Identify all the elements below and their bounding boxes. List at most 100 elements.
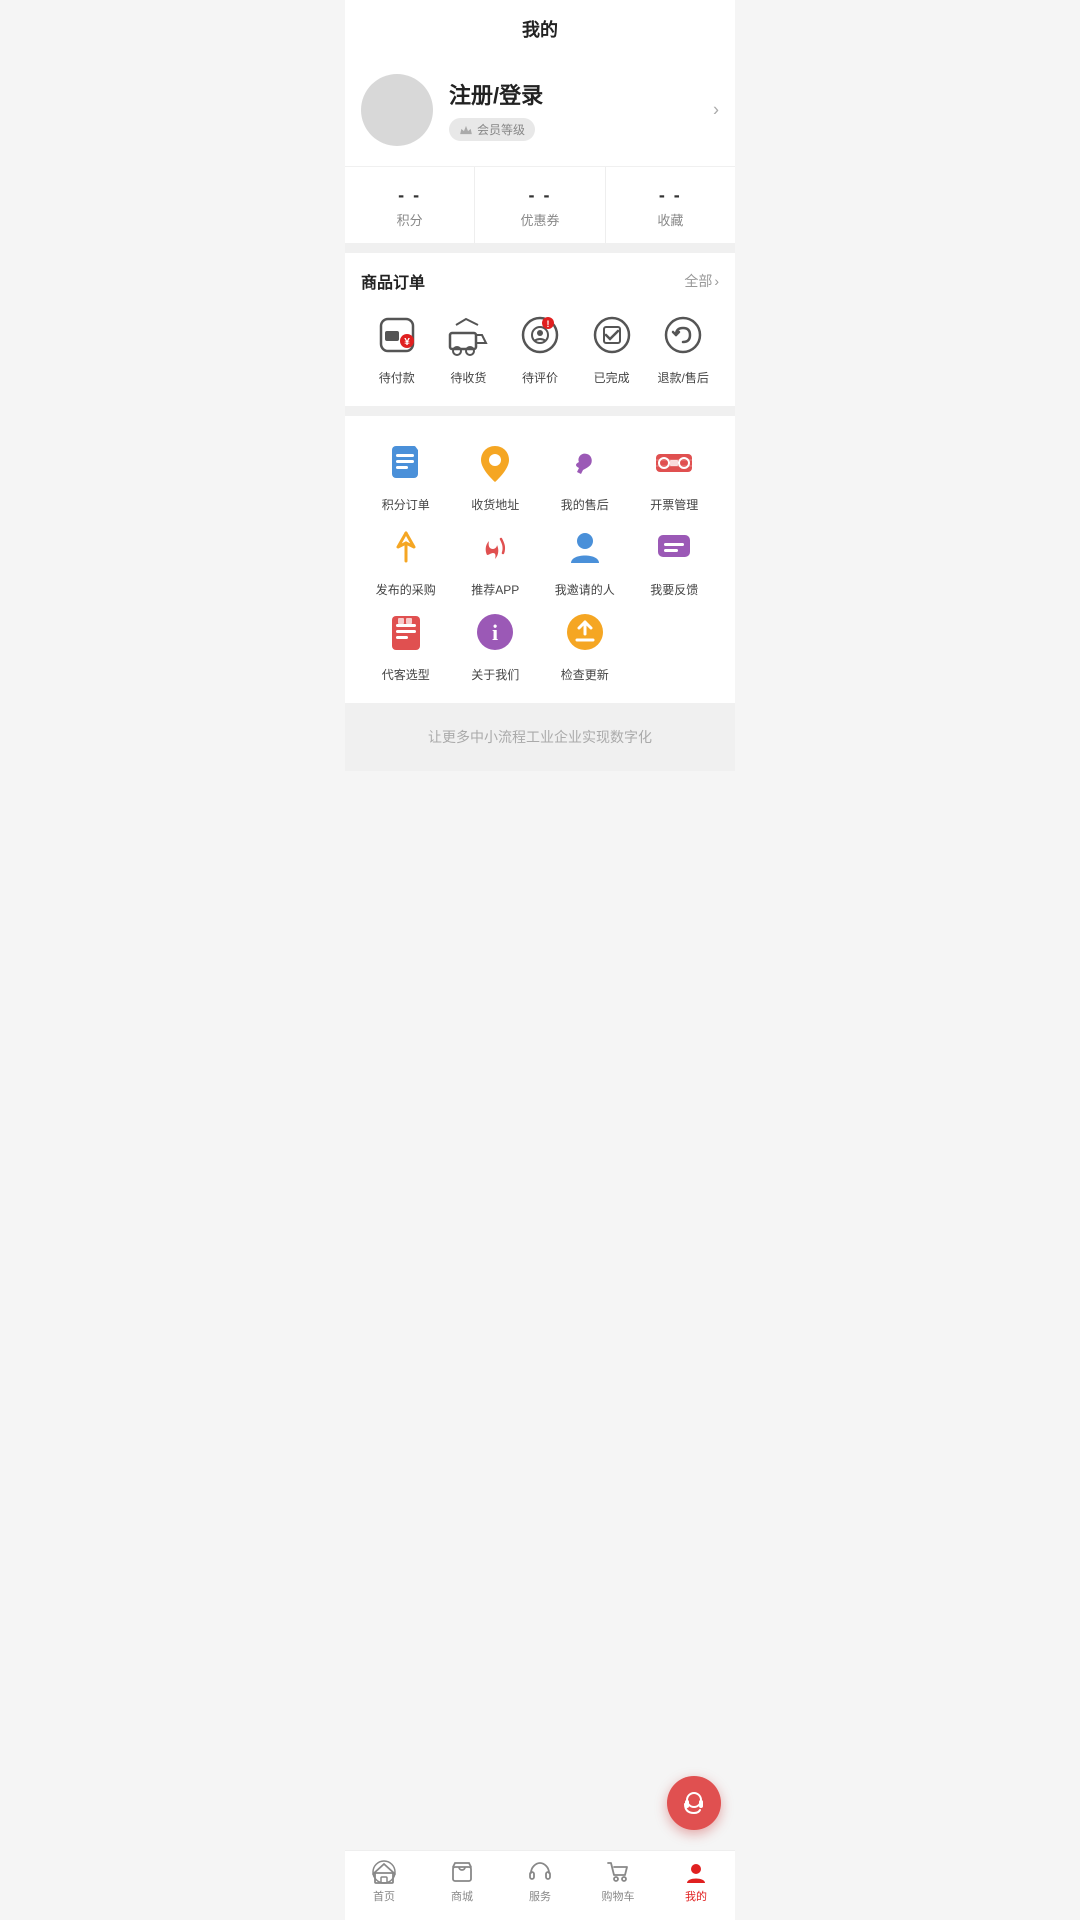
publish-purchase-icon [384,525,428,569]
mine-icon [683,1859,709,1885]
recommend-app-icon [473,525,517,569]
service-points-order[interactable]: 积分订单 [361,436,451,513]
publish-purchase-label: 发布的采购 [376,581,436,598]
nav-shop[interactable]: 商城 [432,1859,492,1904]
footer-slogan: 让更多中小流程工业企业实现数字化 [345,703,735,771]
member-badge: 会员等级 [449,118,535,141]
check-update-label: 检查更新 [561,666,609,683]
stat-points-value: - - [345,185,474,206]
points-order-icon-wrap [380,436,432,488]
footer-slogan-text: 让更多中小流程工业企业实现数字化 [428,729,652,745]
orders-more[interactable]: 全部 › [684,271,719,291]
proxy-select-icon [384,610,428,654]
services-section: 积分订单 收货地址 我的售后 [345,416,735,703]
orders-section: 商品订单 全部 › ¥ 待付款 [345,253,735,406]
order-pending-pay[interactable]: ¥ 待付款 [365,309,429,386]
nav-home[interactable]: 首页 [354,1859,414,1904]
stats-section: - - 积分 - - 优惠券 - - 收藏 [345,166,735,243]
pending-pay-icon-wrap: ¥ [371,309,423,361]
profile-arrow: › [713,100,719,121]
check-update-icon [563,610,607,654]
orders-header: 商品订单 全部 › [361,269,719,293]
shop-icon [449,1859,475,1885]
stat-favorites[interactable]: - - 收藏 [606,167,735,243]
stat-coupons-value: - - [475,185,604,206]
completed-label: 已完成 [594,369,630,386]
services-grid-row2: 发布的采购 推荐APP 我邀请的人 [361,521,719,598]
proxy-select-label: 代客选型 [382,666,430,683]
service-icon [527,1859,553,1885]
pending-review-icon: ! [518,313,562,357]
orders-more-arrow: › [714,273,719,289]
points-order-label: 积分订单 [382,496,430,513]
orders-title: 商品订单 [361,269,425,293]
crown-icon [459,123,473,137]
nav-cart-label: 购物车 [602,1888,635,1904]
feedback-label: 我要反馈 [650,581,698,598]
stat-points-label: 积分 [345,210,474,229]
service-check-update[interactable]: 检查更新 [540,606,630,683]
pending-pay-icon: ¥ [375,313,419,357]
service-publish-purchase[interactable]: 发布的采购 [361,521,451,598]
service-address[interactable]: 收货地址 [451,436,541,513]
completed-icon [590,313,634,357]
avatar [361,74,433,146]
service-invited[interactable]: 我邀请的人 [540,521,630,598]
nav-mine[interactable]: 我的 [666,1859,726,1904]
invited-icon [563,525,607,569]
divider-2 [345,406,735,416]
divider-1 [345,243,735,253]
customer-service-fab[interactable] [667,1776,721,1830]
member-label: 会员等级 [477,121,525,138]
nav-home-label: 首页 [373,1888,395,1904]
pending-review-label: 待评价 [522,369,558,386]
invited-icon-wrap [559,521,611,573]
pending-receive-label: 待收货 [450,369,486,386]
service-invoice[interactable]: 开票管理 [630,436,720,513]
nav-shop-label: 商城 [451,1888,473,1904]
invoice-icon [652,440,696,484]
order-refund[interactable]: 退款/售后 [651,309,715,386]
invited-label: 我邀请的人 [555,581,615,598]
refund-icon [661,313,705,357]
services-grid-row3: 代客选型 i 关于我们 检查更新 [361,606,719,683]
stat-points[interactable]: - - 积分 [345,167,475,243]
address-icon [473,440,517,484]
orders-more-label: 全部 [684,271,712,291]
service-proxy-select[interactable]: 代客选型 [361,606,451,683]
recommend-app-label: 推荐APP [471,581,519,598]
about-label: 关于我们 [471,666,519,683]
cart-icon [605,1859,631,1885]
stat-favorites-label: 收藏 [606,210,735,229]
feedback-icon-wrap [648,521,700,573]
home-icon [371,1859,397,1885]
aftersale-label: 我的售后 [561,496,609,513]
order-pending-review[interactable]: ! 待评价 [508,309,572,386]
nav-cart[interactable]: 购物车 [588,1859,648,1904]
stat-coupons-label: 优惠券 [475,210,604,229]
stat-favorites-value: - - [606,185,735,206]
service-feedback[interactable]: 我要反馈 [630,521,720,598]
order-pending-receive[interactable]: 待收货 [436,309,500,386]
svg-text:i: i [492,620,498,645]
order-completed[interactable]: 已完成 [580,309,644,386]
about-icon: i [473,610,517,654]
feedback-icon [652,525,696,569]
completed-icon-wrap [586,309,638,361]
refund-label: 退款/售后 [658,369,709,386]
points-order-icon [384,440,428,484]
order-icons-row: ¥ 待付款 待收货 [361,309,719,406]
bottom-nav: 首页 商城 服务 [345,1850,735,1920]
stat-coupons[interactable]: - - 优惠券 [475,167,605,243]
address-label: 收货地址 [471,496,519,513]
profile-section[interactable]: 注册/登录 会员等级 › [345,54,735,166]
pending-pay-label: 待付款 [379,369,415,386]
refund-icon-wrap [657,309,709,361]
svg-text:¥: ¥ [404,337,410,348]
service-recommend-app[interactable]: 推荐APP [451,521,541,598]
nav-service[interactable]: 服务 [510,1859,570,1904]
profile-info: 注册/登录 会员等级 [449,78,719,142]
invoice-label: 开票管理 [650,496,698,513]
service-about[interactable]: i 关于我们 [451,606,541,683]
service-aftersale[interactable]: 我的售后 [540,436,630,513]
